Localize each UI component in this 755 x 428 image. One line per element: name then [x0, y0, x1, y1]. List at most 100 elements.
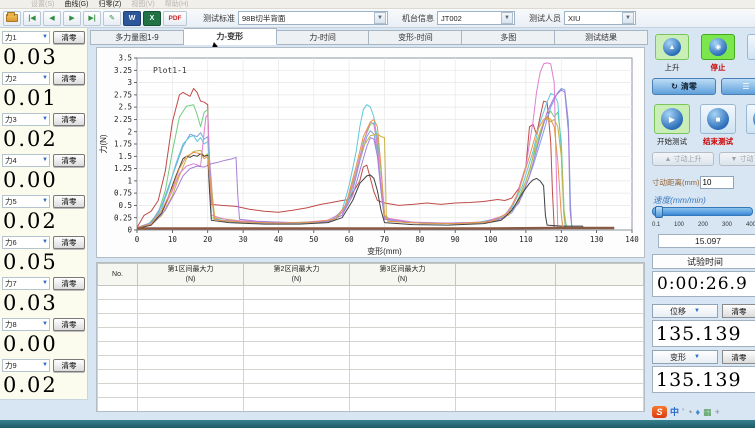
table-row[interactable] [98, 286, 644, 300]
table-row[interactable] [98, 370, 644, 384]
channel-zero-button-1[interactable]: 清零 [53, 31, 85, 44]
jog-up-button[interactable]: ▲ [655, 34, 689, 60]
export-excel-button[interactable]: X [143, 11, 161, 26]
reset-icon: ↻ [671, 82, 678, 91]
svg-text:60: 60 [345, 235, 355, 244]
channel-value-1: 0.03 [2, 44, 85, 70]
clock-icon[interactable]: ◔ [687, 406, 692, 418]
force-channel-group: 力7▼ 清零 0.03 [2, 276, 85, 317]
menu-zero[interactable]: 归零(Z) [93, 0, 126, 9]
edit-button[interactable]: ✎ [103, 11, 121, 26]
test-standard-select[interactable]: 98B切半背面 ▼ [238, 11, 388, 25]
jog-step-up-button[interactable]: ▲寸动上升 [652, 152, 714, 166]
stop-button[interactable]: ◉ [701, 34, 735, 60]
tab-force-time[interactable]: 力-时间 [277, 30, 370, 45]
force-channel-select-1[interactable]: 力1▼ [2, 31, 50, 44]
test-time-value: 0:00:26.9 [652, 271, 755, 297]
force-deformation-chart: 00.250.50.7511.251.51.7522.252.52.7533.2… [97, 48, 644, 257]
channel-zero-button-4[interactable]: 清零 [53, 154, 85, 167]
table-row[interactable] [98, 398, 644, 412]
start-test-button[interactable]: ▶ [654, 104, 690, 134]
up-arrow-icon: ▲ [663, 38, 681, 56]
chevron-down-icon[interactable]: ▼ [622, 12, 634, 24]
svg-text:0.75: 0.75 [114, 189, 132, 198]
tab-test-result[interactable]: 测试结果 [555, 30, 648, 45]
force-channel-select-6[interactable]: 力6▼ [2, 236, 50, 249]
chevron-down-icon[interactable]: ▼ [374, 12, 386, 24]
tab-multi-chart[interactable]: 多图 [462, 30, 555, 45]
sogou-logo-icon[interactable]: S [652, 406, 667, 418]
jog-step-down-button[interactable]: ▼寸动下降 [719, 152, 755, 166]
svg-text:1.75: 1.75 [114, 140, 132, 149]
menu-settings: 设置(S) [26, 0, 59, 9]
table-header-interval3: 第3区间最大力(N) [350, 264, 456, 286]
chevron-down-icon: ▼ [42, 34, 49, 40]
tester-select[interactable]: XIU ▼ [564, 11, 636, 25]
machine-info-select[interactable]: JT002 ▼ [437, 11, 515, 25]
channel-label: 力9 [5, 360, 17, 371]
table-row[interactable] [98, 384, 644, 398]
input-mode-chinese-icon[interactable]: 中 [670, 406, 679, 418]
speed-value: 15.097 [658, 234, 755, 248]
machine-info-value: JT002 [441, 14, 500, 23]
tab-multi-force[interactable]: 多力量图1-9 [90, 30, 184, 45]
force-channel-select-7[interactable]: 力7▼ [2, 277, 50, 290]
table-header-row: No. 第1区间最大力(N) 第2区间最大力(N) 第3区间最大力(N) [98, 264, 644, 286]
return-origin-button[interactable]: ☰ [721, 78, 755, 95]
force-channel-select-2[interactable]: 力2▼ [2, 72, 50, 85]
force-channel-select-3[interactable]: 力3▼ [2, 113, 50, 126]
channel-zero-button-9[interactable]: 清零 [53, 359, 85, 372]
tab-force-deformation[interactable]: 力-变形 [184, 28, 277, 45]
jog-down-button[interactable]: ▼ [747, 34, 755, 60]
toolbox-icon[interactable]: + [715, 406, 720, 418]
microphone-icon[interactable]: ♦ [695, 406, 700, 418]
deformation-zero-button[interactable]: 清零 [722, 350, 755, 364]
force-channel-select-9[interactable]: 力9▼ [2, 359, 50, 372]
end-test-button[interactable]: ■ [700, 104, 736, 134]
table-row[interactable] [98, 314, 644, 328]
table-row[interactable] [98, 342, 644, 356]
zero-all-button[interactable]: ↻清零 [652, 78, 716, 95]
export-word-button[interactable]: W [123, 11, 141, 26]
keyboard-icon[interactable]: ▦ [703, 406, 712, 418]
last-record-button[interactable]: ▶| [83, 11, 101, 26]
stop-square-icon: ■ [707, 108, 729, 130]
speed-slider[interactable] [652, 207, 753, 216]
channel-zero-button-5[interactable]: 清零 [53, 195, 85, 208]
chevron-down-icon[interactable]: ▼ [501, 12, 513, 24]
channel-zero-button-3[interactable]: 清零 [53, 113, 85, 126]
speed-slider-thumb[interactable] [655, 206, 663, 218]
force-channel-select-5[interactable]: 力5▼ [2, 195, 50, 208]
tab-deformation-time[interactable]: 变形-时间 [369, 30, 462, 45]
channel-zero-button-6[interactable]: 清零 [53, 236, 85, 249]
channel-zero-button-7[interactable]: 清零 [53, 277, 85, 290]
svg-text:110: 110 [519, 235, 533, 244]
tick-label: 0.1 [652, 222, 660, 228]
table-row[interactable] [98, 300, 644, 314]
pause-button[interactable]: ‖ [746, 104, 755, 134]
first-record-button[interactable]: |◀ [23, 11, 41, 26]
deformation-select[interactable]: 变形▼ [652, 350, 718, 364]
table-row[interactable] [98, 328, 644, 342]
taskbar-edge [0, 420, 755, 428]
test-standard-label: 测试标准 [203, 13, 235, 24]
previous-record-button[interactable]: ◀ [43, 11, 61, 26]
force-channel-select-4[interactable]: 力4▼ [2, 154, 50, 167]
punctuation-icon[interactable]: ’ [682, 406, 684, 418]
export-pdf-button[interactable]: PDF [163, 11, 187, 26]
table-row[interactable] [98, 356, 644, 370]
displacement-zero-button[interactable]: 清零 [722, 304, 755, 318]
step-distance-input[interactable] [700, 176, 734, 189]
svg-text:1.25: 1.25 [114, 164, 132, 173]
menu-curve[interactable]: 曲线(G) [59, 0, 93, 9]
chevron-down-icon: ▼ [694, 354, 700, 360]
force-channel-select-8[interactable]: 力8▼ [2, 318, 50, 331]
next-record-button[interactable]: ▶ [63, 11, 81, 26]
channel-zero-button-2[interactable]: 清零 [53, 72, 85, 85]
displacement-select[interactable]: 位移▼ [652, 304, 718, 318]
open-file-button[interactable] [3, 11, 21, 26]
channel-zero-button-8[interactable]: 清零 [53, 318, 85, 331]
channel-label: 力3 [5, 114, 17, 125]
svg-text:140: 140 [625, 235, 639, 244]
jog-step-down-label: 寸动下降 [739, 154, 755, 164]
